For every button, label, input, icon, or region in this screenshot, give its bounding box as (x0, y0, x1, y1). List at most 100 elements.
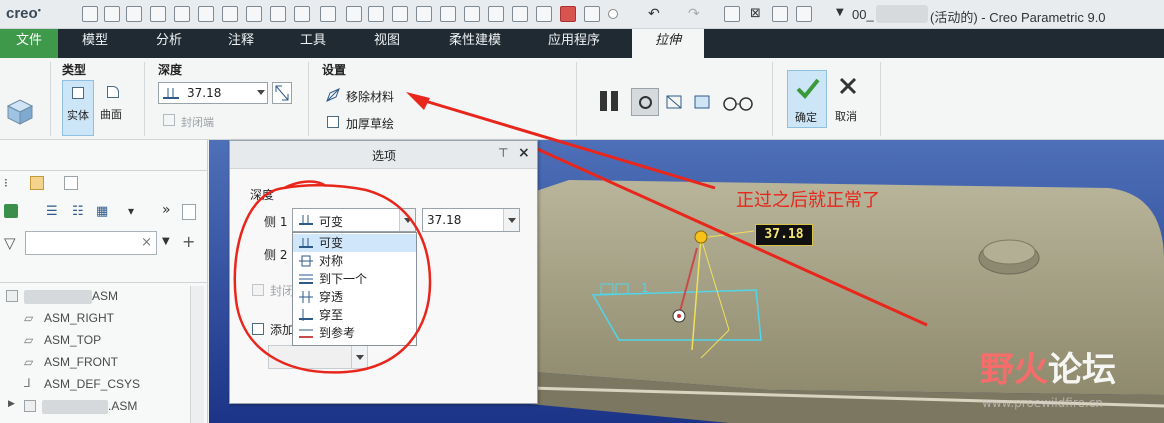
model-icon (4, 204, 18, 218)
datum-plane-icon: ▱ (24, 355, 34, 369)
tree-columns-icon[interactable]: ▦ (96, 204, 108, 219)
search-input[interactable]: × (25, 231, 157, 255)
tree-item-asm-top[interactable]: ASM_TOP (44, 333, 101, 347)
depth-value-combo[interactable]: 37.18 (158, 82, 268, 104)
remove-material-button[interactable]: 移除材料 (324, 86, 408, 106)
verify-preview-icon[interactable] (692, 92, 714, 112)
solid-label: 实体 (67, 109, 89, 122)
closed-ends-label[interactable]: 封闭端 (181, 114, 214, 130)
surface-button[interactable]: 曲面 (98, 80, 130, 136)
search-options-icon[interactable]: ▼ (162, 236, 170, 247)
tree-filter-icon[interactable]: ▾ (128, 204, 134, 218)
tree-item-part[interactable]: .ASM (108, 399, 137, 413)
window-icon[interactable] (772, 6, 788, 22)
expand-arrow-icon[interactable]: ▶ (8, 399, 15, 409)
watermark-logo: 野火论坛 (980, 350, 1116, 390)
quick-access-menu-icon[interactable]: ▼ (836, 7, 844, 18)
check-icon[interactable] (724, 6, 740, 22)
popup-title-bar[interactable]: 选项 ⊤ × (230, 141, 537, 169)
drawing-icon[interactable] (246, 6, 262, 22)
tab-tools[interactable]: 工具 (288, 29, 338, 58)
tree-item-asm-front[interactable]: ASM_FRONT (44, 355, 118, 369)
redo-icon[interactable]: ↷ (688, 6, 700, 22)
cut-icon[interactable] (536, 6, 552, 22)
solid-button[interactable]: 实体 (62, 80, 94, 136)
regenerate-icon[interactable] (174, 6, 190, 22)
depth-group-label: 深度 (158, 63, 183, 77)
clear-icon[interactable]: × (141, 235, 152, 250)
save-icon[interactable] (126, 6, 142, 22)
measure-icon[interactable] (392, 6, 408, 22)
feature-icon[interactable] (320, 6, 336, 22)
annotation-icon[interactable] (346, 6, 362, 22)
tab-extrude[interactable]: 拉伸 (632, 29, 704, 58)
tab-applications[interactable]: 应用程序 (538, 29, 610, 58)
part-icon[interactable] (294, 6, 310, 22)
more-options-icon[interactable]: » (162, 202, 171, 218)
pause-button[interactable] (598, 90, 622, 112)
close-icon[interactable]: × (518, 145, 530, 161)
curve-icon[interactable] (440, 6, 456, 22)
thicken-sketch-label: 加厚草绘 (346, 117, 395, 131)
chevron-down-icon (257, 90, 265, 95)
surface-icon (107, 86, 119, 98)
annotation-circle (233, 180, 432, 374)
depth-dimension-label[interactable]: 37.18 (755, 224, 813, 246)
new-icon[interactable] (82, 6, 98, 22)
cancel-label: 取消 (835, 110, 857, 123)
remove-material-icon (326, 88, 340, 102)
part-icon (24, 400, 36, 412)
title-bar: creo• ↶ ↷ ⊠ ▼ 00_ (活动的) - Creo Parametri… (0, 0, 1164, 29)
datum-plane-icon: ▱ (24, 311, 34, 325)
no-preview-button[interactable] (631, 88, 659, 116)
tab-view[interactable]: 视图 (362, 29, 412, 58)
cancel-button[interactable]: 取消 (830, 70, 866, 128)
pin-icon[interactable]: ⊤ (498, 146, 508, 160)
notes-icon[interactable] (182, 204, 196, 220)
component-icon[interactable] (222, 6, 238, 22)
tree-item-asm-right[interactable]: ASM_RIGHT (44, 311, 114, 325)
print-icon[interactable] (150, 6, 166, 22)
tree-item-asm[interactable]: ASM (92, 289, 118, 303)
sketch-icon[interactable] (270, 6, 286, 22)
tab-flexible-modeling[interactable]: 柔性建模 (440, 29, 510, 58)
open-icon[interactable] (104, 6, 120, 22)
tab-file[interactable]: 文件 (0, 29, 58, 58)
scale-icon[interactable] (488, 6, 504, 22)
tab-analysis[interactable]: 分析 (144, 29, 194, 58)
ok-label: 确定 (795, 111, 817, 124)
display-style-icon[interactable] (608, 9, 618, 19)
thicken-sketch-checkbox[interactable] (327, 116, 339, 128)
tab-annotate[interactable]: 注释 (216, 29, 266, 58)
assembly-icon[interactable] (198, 6, 214, 22)
model-tree-icon[interactable]: ⁝ (4, 176, 18, 190)
switch-window-icon[interactable] (796, 6, 812, 22)
spline-icon[interactable] (464, 6, 480, 22)
tree-expand-icon[interactable]: ☷ (72, 204, 84, 219)
layer-icon[interactable] (368, 6, 384, 22)
layer-tree-icon[interactable] (30, 176, 44, 190)
undo-icon[interactable]: ↶ (648, 6, 660, 22)
flip-direction-button[interactable] (272, 82, 292, 104)
ok-button[interactable]: 确定 (787, 70, 827, 128)
tab-model[interactable]: 模型 (70, 29, 120, 58)
filter-icon: ▽ (4, 234, 16, 252)
pause-icon (600, 91, 607, 111)
close-window-icon[interactable]: ⊠ (750, 6, 761, 21)
axis-icon[interactable] (512, 6, 528, 22)
add-icon[interactable]: + (182, 232, 195, 251)
tree-list-icon[interactable]: ☰ (46, 204, 58, 219)
sketch-label: 1 (641, 281, 649, 295)
separate-preview-icon[interactable] (664, 92, 686, 112)
color-icon[interactable] (560, 6, 576, 22)
favorites-icon[interactable] (64, 176, 78, 190)
glasses-icon[interactable] (722, 92, 754, 112)
tree-item-asm-def-csys[interactable]: ASM_DEF_CSYS (44, 377, 140, 391)
appearance-icon[interactable] (584, 6, 600, 22)
file-name-redacted (876, 5, 928, 23)
datum-icon[interactable] (416, 6, 432, 22)
tree-scrollbar[interactable] (190, 286, 204, 423)
checkmark-icon (796, 78, 820, 99)
type-group-label: 类型 (62, 63, 87, 77)
remove-material-label: 移除材料 (346, 90, 395, 104)
